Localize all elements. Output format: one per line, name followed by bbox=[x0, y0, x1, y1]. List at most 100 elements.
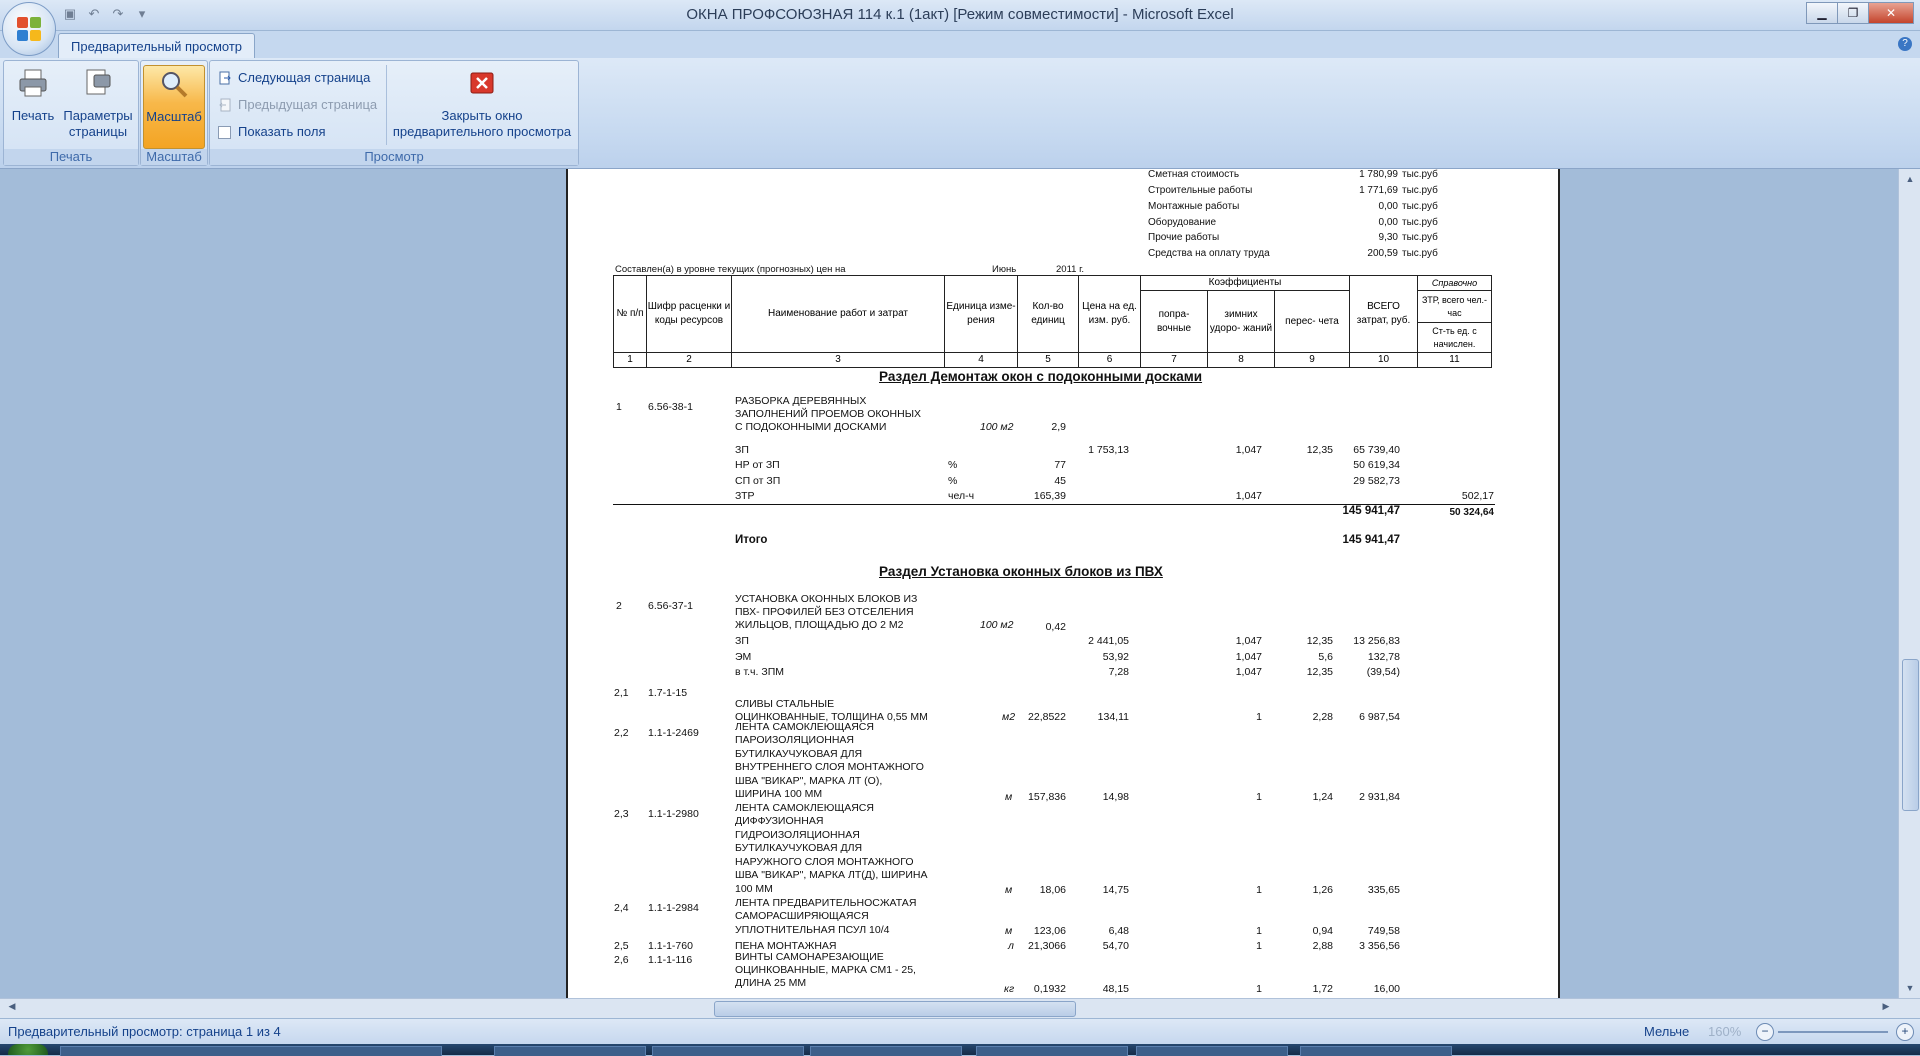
vertical-scrollbar[interactable]: ▲ ▼ bbox=[1898, 169, 1920, 998]
row-coef: 1,047 bbox=[1235, 666, 1262, 678]
section-title: Раздел Установка оконных блоков из ПВХ bbox=[879, 564, 1163, 579]
print-preview-page[interactable]: Сметная стоимость 1 780,99 тыс.руб Строи… bbox=[566, 169, 1560, 998]
row-name: ВИНТЫ САМОНАРЕЗАЮЩИЕ bbox=[735, 951, 884, 963]
restore-button[interactable]: ❐ bbox=[1837, 2, 1869, 24]
row-code: 1.1-1-760 bbox=[648, 940, 693, 952]
row-total: 3 356,56 bbox=[1359, 940, 1400, 952]
hdr-st: Ст-ть ед. с начислен. bbox=[1417, 322, 1492, 353]
row-name: ЗП bbox=[735, 444, 749, 456]
row-name: ШВА "ВИКАР", МАРКА ЛТ(Д), ШИРИНА bbox=[735, 869, 928, 881]
total-label: Итого bbox=[735, 534, 768, 546]
start-button[interactable] bbox=[8, 1044, 48, 1055]
row-name: ГИДРОИЗОЛЯЦИОННАЯ bbox=[735, 829, 860, 841]
show-margins-checkbox[interactable]: Показать поля bbox=[216, 123, 325, 141]
close-preview-button[interactable]: Закрыть окно предварительного просмотра bbox=[390, 65, 574, 140]
next-page-button[interactable]: Следующая страница bbox=[216, 69, 370, 87]
zoom-percent[interactable]: 160% bbox=[1708, 1024, 1741, 1039]
row-coef: 1,047 bbox=[1235, 444, 1262, 456]
compiled-year: 2011 г. bbox=[1056, 264, 1085, 275]
hdr-n: № п/п bbox=[613, 275, 647, 353]
row-name: УСТАНОВКА ОКОННЫХ БЛОКОВ ИЗ bbox=[735, 593, 918, 605]
help-icon[interactable]: ? bbox=[1898, 37, 1912, 51]
hdr-ztr: ЗТР, всего чел.-час bbox=[1417, 290, 1492, 323]
row-total: 6 987,54 bbox=[1359, 711, 1400, 723]
office-button[interactable] bbox=[2, 2, 56, 56]
row-name: ВНУТРЕННЕГО СЛОЯ МОНТАЖНОГО bbox=[735, 761, 924, 773]
row-name: ЖИЛЬЦОВ, ПЛОЩАДЬЮ ДО 2 М2 bbox=[735, 619, 904, 631]
prev-page-icon bbox=[219, 98, 231, 112]
magnifier-icon bbox=[162, 72, 188, 98]
minimize-button[interactable]: ▁ bbox=[1806, 2, 1838, 24]
scroll-up-icon[interactable]: ▲ bbox=[1899, 171, 1920, 187]
subtotal-value: 145 941,47 bbox=[1342, 505, 1400, 517]
hdr-name: Наименование работ и затрат bbox=[731, 275, 945, 353]
col-number: 9 bbox=[1274, 352, 1350, 368]
row-code: 1.7-1-15 bbox=[648, 687, 688, 699]
compiled-text: Составлен(а) в уровне текущих (прогнозны… bbox=[615, 264, 846, 275]
close-button[interactable]: ✕ bbox=[1868, 2, 1914, 24]
group-preview: Следующая страница Предыдущая страница П… bbox=[209, 60, 579, 166]
row-total: 335,65 bbox=[1367, 884, 1400, 896]
zoom-plus-icon[interactable]: + bbox=[1896, 1023, 1914, 1041]
row-name: ШВА "ВИКАР", МАРКА ЛТ (О), bbox=[735, 775, 883, 787]
row-coef: 2,28 bbox=[1312, 711, 1333, 723]
horizontal-scroll-thumb[interactable] bbox=[714, 1001, 1076, 1017]
hdr-total: ВСЕГО затрат, руб. bbox=[1349, 275, 1418, 353]
zoom-minus-icon[interactable]: − bbox=[1756, 1023, 1774, 1041]
scroll-right-icon[interactable]: ▶ bbox=[1878, 1001, 1894, 1012]
status-bar: Предварительный просмотр: страница 1 из … bbox=[0, 1018, 1920, 1045]
hdr-coef: Коэффициенты bbox=[1140, 275, 1350, 291]
row-qty: 22,8522 bbox=[1028, 711, 1066, 723]
row-price: 53,92 bbox=[1102, 651, 1129, 663]
row-name: НАРУЖНОГО СЛОЯ МОНТАЖНОГО bbox=[735, 856, 914, 868]
row-coef: 1,26 bbox=[1312, 884, 1333, 896]
row-name: ЭМ bbox=[735, 651, 752, 663]
row-price: 14,75 bbox=[1102, 884, 1129, 896]
zoom-slider[interactable] bbox=[1778, 1031, 1888, 1033]
window-title: ОКНА ПРОФСОЮЗНАЯ 114 к.1 (1акт) [Режим с… bbox=[686, 6, 1234, 23]
row-qty: 157,836 bbox=[1028, 791, 1066, 803]
row-coef: 1 bbox=[1256, 940, 1262, 952]
vertical-scroll-thumb[interactable] bbox=[1902, 659, 1919, 811]
horizontal-scrollbar[interactable]: ◀ ▶ bbox=[0, 998, 1920, 1019]
row-coef: 1 bbox=[1256, 925, 1262, 937]
row-coef: 1,047 bbox=[1235, 490, 1262, 502]
page-setup-button[interactable]: Параметры страницы bbox=[62, 65, 134, 140]
zoom-control: Мельче 160% − + bbox=[1640, 1023, 1920, 1041]
row-price: 14,98 bbox=[1102, 791, 1129, 803]
row-number: 2,6 bbox=[614, 954, 629, 966]
row-code: 1.1-1-2469 bbox=[648, 727, 699, 739]
row-coef: 1 bbox=[1256, 884, 1262, 896]
total-value: 145 941,47 bbox=[1342, 534, 1400, 546]
tab-print-preview[interactable]: Предварительный просмотр bbox=[58, 33, 256, 59]
print-button[interactable]: Печать bbox=[8, 65, 58, 123]
close-preview-icon bbox=[470, 72, 494, 94]
subtotal-ref: 50 324,64 bbox=[1449, 507, 1495, 518]
ribbon-tab-row: Предварительный просмотр ? bbox=[0, 31, 1920, 59]
zoom-button[interactable]: Масштаб bbox=[143, 65, 205, 149]
row-unit: % bbox=[948, 475, 958, 487]
printer-icon bbox=[19, 69, 47, 97]
row-code: 6.56-38-1 bbox=[648, 401, 693, 413]
row-price: 1 753,13 bbox=[1088, 444, 1129, 456]
row-name: ЛЕНТА САМОКЛЕЮЩАЯСЯ bbox=[735, 721, 874, 733]
checkbox-icon bbox=[218, 126, 231, 139]
compiled-month: Июнь bbox=[992, 264, 1017, 275]
row-name: ПВХ- ПРОФИЛЕЙ БЕЗ ОТСЕЛЕНИЯ bbox=[735, 606, 914, 618]
row-qty: 45 bbox=[1054, 475, 1066, 487]
zoom-out-label[interactable]: Мельче bbox=[1644, 1024, 1689, 1039]
hdr-c1: попра- вочные bbox=[1140, 290, 1208, 353]
scroll-down-icon[interactable]: ▼ bbox=[1899, 980, 1920, 996]
row-coef: 1,24 bbox=[1312, 791, 1333, 803]
row-name: С ПОДОКОННЫМИ ДОСКАМИ bbox=[735, 421, 887, 433]
row-name: ДИФФУЗИОННАЯ bbox=[735, 815, 824, 827]
row-price: 7,28 bbox=[1108, 666, 1129, 678]
hdr-price: Цена на ед. изм. руб. bbox=[1078, 275, 1141, 353]
scroll-left-icon[interactable]: ◀ bbox=[4, 1001, 20, 1012]
col-number: 4 bbox=[944, 352, 1018, 368]
row-coef: 12,35 bbox=[1306, 635, 1333, 647]
group-print: Печать Параметры страницы Печать bbox=[3, 60, 139, 166]
row-coef: 2,88 bbox=[1312, 940, 1333, 952]
row-code: 6.56-37-1 bbox=[648, 600, 693, 612]
prev-page-button[interactable]: Предыдущая страница bbox=[216, 96, 377, 114]
